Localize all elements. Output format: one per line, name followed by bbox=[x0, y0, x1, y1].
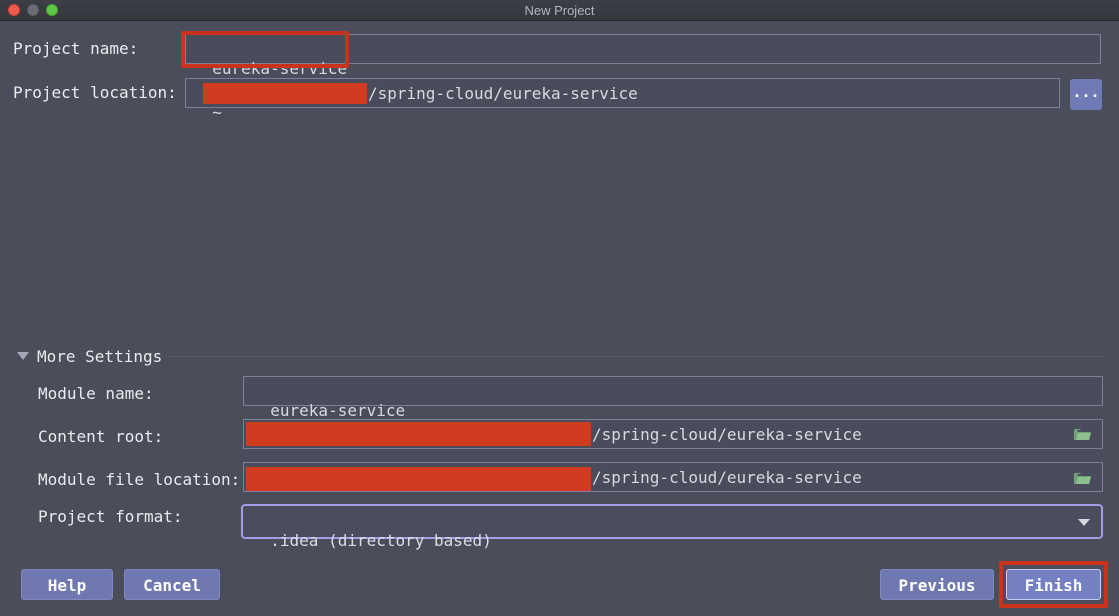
redaction-mark bbox=[203, 83, 367, 104]
caret-down-icon[interactable] bbox=[17, 352, 29, 360]
project-name-label: Project name: bbox=[13, 39, 139, 58]
module-name-input[interactable]: eureka-service bbox=[243, 376, 1103, 420]
project-format-label: Project format: bbox=[38, 507, 183, 526]
redaction-mark bbox=[246, 422, 591, 446]
content-root-suffix: /spring-cloud/eureka-service bbox=[592, 425, 862, 444]
more-settings-title[interactable]: More Settings bbox=[37, 347, 162, 366]
project-location-suffix: /spring-cloud/eureka-service bbox=[368, 84, 638, 103]
help-button[interactable]: Help bbox=[21, 569, 113, 600]
section-divider bbox=[168, 356, 1104, 357]
previous-button[interactable]: Previous bbox=[880, 569, 994, 600]
browse-location-button[interactable]: ... bbox=[1070, 79, 1102, 110]
redaction-mark bbox=[246, 467, 591, 491]
module-file-location-suffix: /spring-cloud/eureka-service bbox=[592, 468, 862, 487]
project-location-label: Project location: bbox=[13, 83, 177, 102]
project-format-value: .idea (directory based) bbox=[270, 531, 492, 550]
finish-highlight bbox=[999, 561, 1108, 608]
chevron-down-icon bbox=[1078, 519, 1090, 526]
module-name-label: Module name: bbox=[38, 384, 154, 403]
title-bar: New Project bbox=[0, 0, 1119, 21]
module-name-value: eureka-service bbox=[270, 401, 406, 420]
folder-icon[interactable] bbox=[1074, 428, 1091, 441]
cancel-button[interactable]: Cancel bbox=[124, 569, 220, 600]
module-file-location-label: Module file location: bbox=[38, 470, 241, 489]
project-name-highlight bbox=[181, 31, 349, 68]
window-title: New Project bbox=[524, 3, 595, 18]
content-root-label: Content root: bbox=[38, 427, 164, 446]
project-format-select[interactable]: .idea (directory based) bbox=[241, 504, 1103, 550]
project-location-prefix: ~ bbox=[212, 103, 222, 122]
folder-icon[interactable] bbox=[1074, 472, 1091, 485]
